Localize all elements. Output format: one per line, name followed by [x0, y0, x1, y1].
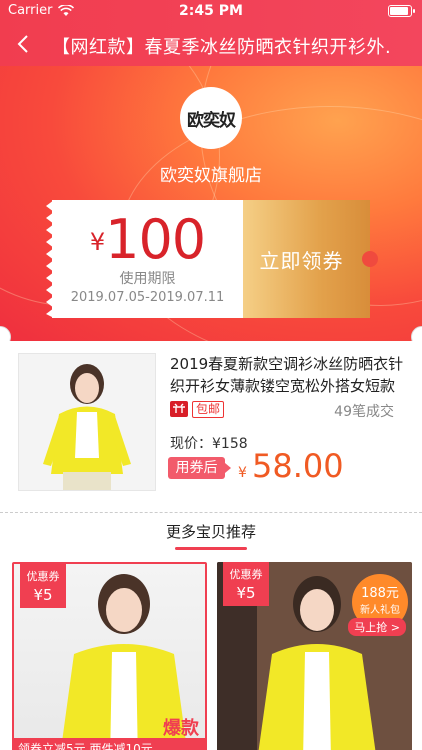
coupon-amount: ¥100: [52, 208, 243, 271]
final-price: ¥ 58.00: [238, 447, 344, 485]
card-coupon-value: ¥5: [236, 584, 256, 602]
free-shipping-badge: 包邮: [192, 401, 225, 418]
sold-count: 49笔成交: [334, 404, 394, 420]
product-photo: [19, 354, 155, 490]
coupon-valid-label: 使用期限: [119, 271, 176, 287]
coupon-currency: ¥: [89, 228, 106, 256]
final-price-value: 58.00: [252, 447, 344, 485]
chevron-left-icon: [17, 35, 28, 53]
hot-item-badge: 爆款: [163, 718, 199, 739]
final-price-currency: ¥: [238, 465, 247, 481]
card-coupon-tag: 优惠券 ¥5: [223, 562, 269, 606]
back-button[interactable]: [10, 30, 36, 58]
recommend-card[interactable]: 优惠券 ¥5 爆款 领券立减5元 两件减10元: [12, 562, 207, 750]
shop-name: 欧奕奴旗舰店: [160, 166, 262, 186]
gift-label: 新人礼包: [360, 605, 400, 616]
page-title: 【网红款】春夏季冰丝防晒衣针织开衫外...: [52, 37, 392, 58]
card-coupon-tag: 优惠券 ¥5: [20, 564, 66, 608]
tmall-icon: [170, 401, 188, 417]
product-title: 2019春夏新款空调衫冰丝防晒衣针织开衫女薄款镂空宽松外搭女短款: [170, 355, 404, 395]
coupon-value: 100: [105, 208, 206, 271]
claim-coupon-label: 立即领券: [259, 248, 344, 273]
nav-bar: 【网红款】春夏季冰丝防晒衣针织开衫外...: [0, 22, 422, 66]
recommend-title: 更多宝贝推荐: [165, 523, 256, 541]
page: Carrier 2:45 PM 【网红款】春夏季冰丝防晒衣针织开衫外... 欧奕…: [0, 0, 422, 750]
card-promo-text: 领券立减5元 两件减10元: [14, 738, 205, 750]
gift-amount: 188元: [361, 586, 399, 601]
card-coupon-value: ¥5: [33, 586, 53, 604]
product-info[interactable]: 2019春夏新款空调衫冰丝防晒衣针织开衫女薄款镂空宽松外搭女短款 包邮 49笔成…: [0, 341, 422, 511]
recommend-underline: [175, 547, 247, 550]
card-coupon-label: 优惠券: [26, 570, 60, 583]
top-bar: Carrier 2:45 PM 【网红款】春夏季冰丝防晒衣针织开衫外...: [0, 0, 422, 66]
after-coupon-tag: 用券后: [168, 457, 231, 479]
grab-now-button[interactable]: 马上抢 >: [348, 618, 406, 636]
status-time: 2:45 PM: [179, 3, 243, 19]
status-bar: Carrier 2:45 PM: [0, 0, 422, 22]
coupon-valid-dates: 2019.07.05-2019.07.11: [70, 290, 225, 305]
battery-icon: [388, 5, 415, 17]
coupon-notch: [362, 251, 378, 267]
section-divider: [0, 512, 422, 513]
claim-coupon-button[interactable]: 立即领券: [243, 200, 378, 318]
product-image[interactable]: [18, 353, 156, 491]
recommend-card[interactable]: 优惠券 ¥5 188元 新人礼包 马上抢 >: [217, 562, 412, 750]
original-price: 现价：¥158: [170, 436, 248, 452]
coupon-card: ¥100 使用期限 2019.07.05-2019.07.11: [46, 200, 243, 318]
shop-logo-text: 欧奕奴: [187, 110, 236, 131]
card-coupon-label: 优惠券: [229, 568, 263, 581]
shop-logo: 欧奕奴: [180, 87, 242, 149]
